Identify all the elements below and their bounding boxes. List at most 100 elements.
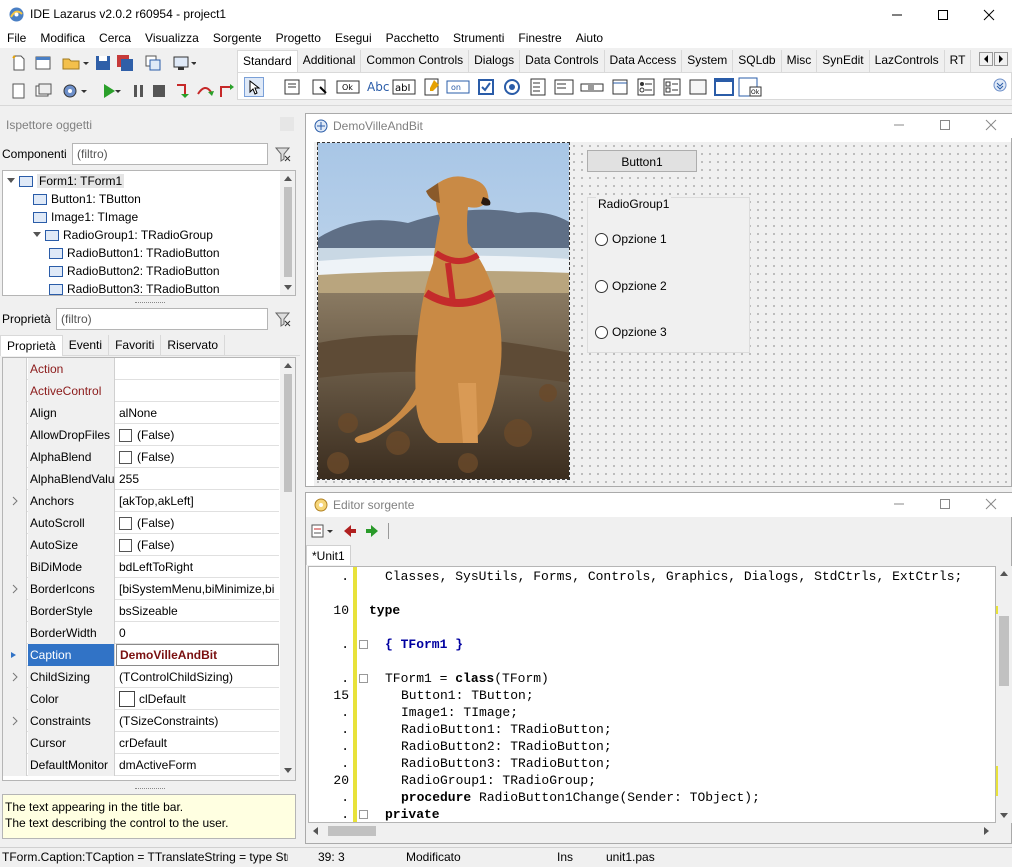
tpopupmenu-icon[interactable] bbox=[310, 77, 330, 97]
tlistbox-icon[interactable] bbox=[528, 77, 548, 97]
save-all-icon[interactable] bbox=[116, 54, 134, 72]
property-value[interactable] bbox=[116, 380, 279, 402]
property-row[interactable]: AlphaBlend (False) bbox=[3, 446, 279, 468]
tab-rt[interactable]: RT bbox=[945, 50, 972, 72]
stop-icon[interactable] bbox=[150, 82, 168, 100]
menu-cerca[interactable]: Cerca bbox=[92, 29, 138, 48]
jump-forward-icon[interactable] bbox=[364, 523, 380, 539]
tree-node[interactable]: RadioGroup1: TRadioGroup bbox=[33, 226, 213, 244]
property-row[interactable]: ChildSizing (TControlChildSizing) bbox=[3, 666, 279, 688]
property-value[interactable]: (TControlChildSizing) bbox=[116, 666, 279, 688]
tlabel-icon[interactable]: Abc bbox=[366, 77, 390, 97]
build-mode-icon[interactable] bbox=[62, 82, 87, 100]
expand-chevron-icon[interactable] bbox=[3, 578, 27, 600]
editor-menu-icon[interactable] bbox=[310, 523, 336, 539]
tactionlist-icon[interactable]: Ok bbox=[738, 77, 762, 97]
tmainmenu-icon[interactable] bbox=[282, 77, 302, 97]
code-line[interactable]: . RadioButton1: TRadioButton; bbox=[309, 722, 995, 739]
inspector-close-icon[interactable] bbox=[280, 117, 294, 131]
splitter-grip[interactable] bbox=[135, 302, 165, 304]
tab-additional[interactable]: Additional bbox=[298, 50, 362, 72]
toggle-form-unit-icon[interactable] bbox=[144, 54, 162, 72]
property-value[interactable]: (False) bbox=[116, 512, 279, 534]
tab-favoriti[interactable]: Favoriti bbox=[109, 335, 162, 356]
radiobutton1[interactable]: Opzione 1 bbox=[595, 232, 667, 246]
tab-eventi[interactable]: Eventi bbox=[63, 335, 110, 356]
view-units-icon[interactable] bbox=[10, 82, 28, 100]
property-row[interactable]: AllowDropFiles (False) bbox=[3, 424, 279, 446]
close-button[interactable] bbox=[966, 0, 1012, 29]
form-minimize-button[interactable] bbox=[893, 119, 905, 131]
property-value[interactable]: clDefault bbox=[116, 688, 279, 710]
tree-node[interactable]: Image1: TImage bbox=[33, 208, 138, 226]
expand-arrow-icon[interactable] bbox=[7, 177, 15, 185]
code-line[interactable] bbox=[309, 654, 995, 671]
tscrollbar-icon[interactable] bbox=[580, 77, 604, 97]
tab-standard[interactable]: Standard bbox=[237, 50, 298, 72]
tree-node[interactable]: RadioButton3: TRadioButton bbox=[49, 280, 220, 295]
code-line[interactable]: 10 type bbox=[309, 603, 995, 620]
menu-strumenti[interactable]: Strumenti bbox=[446, 29, 511, 48]
code-line[interactable] bbox=[309, 620, 995, 637]
form-maximize-button[interactable] bbox=[939, 119, 951, 131]
expand-chevron-icon[interactable] bbox=[3, 710, 27, 732]
property-row[interactable]: AutoScroll (False) bbox=[3, 512, 279, 534]
code-line[interactable]: . Classes, SysUtils, Forms, Controls, Gra… bbox=[309, 569, 995, 586]
clear-properties-filter-icon[interactable] bbox=[274, 310, 292, 328]
property-row[interactable]: ActiveControl bbox=[3, 380, 279, 402]
tab-proprieta[interactable]: Proprietà bbox=[0, 335, 63, 356]
property-row[interactable]: Caption DemoVilleAndBit bbox=[3, 644, 279, 666]
view-forms-icon[interactable] bbox=[172, 54, 196, 72]
expand-chevron-icon[interactable] bbox=[3, 490, 27, 512]
tree-vertical-scrollbar[interactable] bbox=[280, 171, 295, 295]
fold-toggle-icon[interactable] bbox=[359, 640, 368, 649]
code-line[interactable]: . { TForm1 } bbox=[309, 637, 995, 654]
tab-sqldb[interactable]: SQLdb bbox=[733, 50, 782, 72]
checkbox-icon[interactable] bbox=[119, 538, 132, 552]
checkbox-icon[interactable] bbox=[119, 450, 132, 464]
checkbox-icon[interactable] bbox=[119, 516, 132, 530]
tcheckgroup-icon[interactable] bbox=[662, 77, 682, 97]
property-row[interactable]: BorderIcons [biSystemMenu,biMinimize,bi bbox=[3, 578, 279, 600]
tedit-icon[interactable]: abI bbox=[392, 77, 416, 97]
fold-toggle-icon[interactable] bbox=[359, 674, 368, 683]
components-filter-input[interactable]: (filtro) bbox=[72, 143, 268, 165]
code-editor[interactable]: . Classes, SysUtils, Forms, Controls, Gra… bbox=[308, 566, 996, 823]
property-value[interactable]: 255 bbox=[116, 468, 279, 490]
tab-riservato[interactable]: Riservato bbox=[161, 335, 226, 356]
tab-common-controls[interactable]: Common Controls bbox=[361, 50, 470, 72]
maximize-button[interactable] bbox=[920, 0, 966, 29]
editor-vertical-scrollbar[interactable] bbox=[996, 566, 1012, 823]
property-row[interactable]: BorderWidth 0 bbox=[3, 622, 279, 644]
form-close-button[interactable] bbox=[985, 119, 997, 131]
checkbox-icon[interactable] bbox=[119, 428, 132, 442]
editor-horizontal-scrollbar[interactable] bbox=[308, 823, 996, 839]
code-line[interactable]: 20 RadioGroup1: TRadioGroup; bbox=[309, 773, 995, 790]
expand-chevron-icon[interactable] bbox=[3, 666, 27, 688]
property-row[interactable]: BiDiMode bdLeftToRight bbox=[3, 556, 279, 578]
property-grid-vertical-scrollbar[interactable] bbox=[280, 358, 295, 780]
fold-toggle-icon[interactable] bbox=[359, 810, 368, 819]
properties-filter-input[interactable]: (filtro) bbox=[56, 308, 268, 330]
tradiobutton-icon[interactable] bbox=[502, 77, 522, 97]
editor-maximize-button[interactable] bbox=[939, 498, 951, 510]
menu-file[interactable]: File bbox=[0, 29, 33, 48]
menu-modifica[interactable]: Modifica bbox=[33, 29, 92, 48]
property-row[interactable]: Anchors [akTop,akLeft] bbox=[3, 490, 279, 512]
jump-back-icon[interactable] bbox=[342, 523, 358, 539]
menu-pacchetto[interactable]: Pacchetto bbox=[379, 29, 446, 48]
select-arrow-icon[interactable] bbox=[244, 77, 264, 97]
tab-lazcontrols[interactable]: LazControls bbox=[870, 50, 945, 72]
property-row[interactable]: DefaultMonitor dmActiveForm bbox=[3, 754, 279, 776]
palette-options-icon[interactable] bbox=[992, 77, 1008, 93]
new-unit-icon[interactable] bbox=[10, 54, 28, 72]
tab-data-access[interactable]: Data Access bbox=[605, 50, 683, 72]
tbutton-icon[interactable]: Ok bbox=[336, 77, 360, 97]
form-canvas[interactable]: Button1 RadioGroup1 Opzione 1 Opzione 2 … bbox=[314, 142, 1011, 486]
code-line[interactable]: . procedure RadioButton1Change(Sender: TO… bbox=[309, 790, 995, 807]
tab-misc[interactable]: Misc bbox=[782, 50, 818, 72]
tab-data-controls[interactable]: Data Controls bbox=[520, 50, 605, 72]
property-value[interactable]: alNone bbox=[116, 402, 279, 424]
tab-dialogs[interactable]: Dialogs bbox=[469, 50, 521, 72]
menu-esegui[interactable]: Esegui bbox=[328, 29, 379, 48]
